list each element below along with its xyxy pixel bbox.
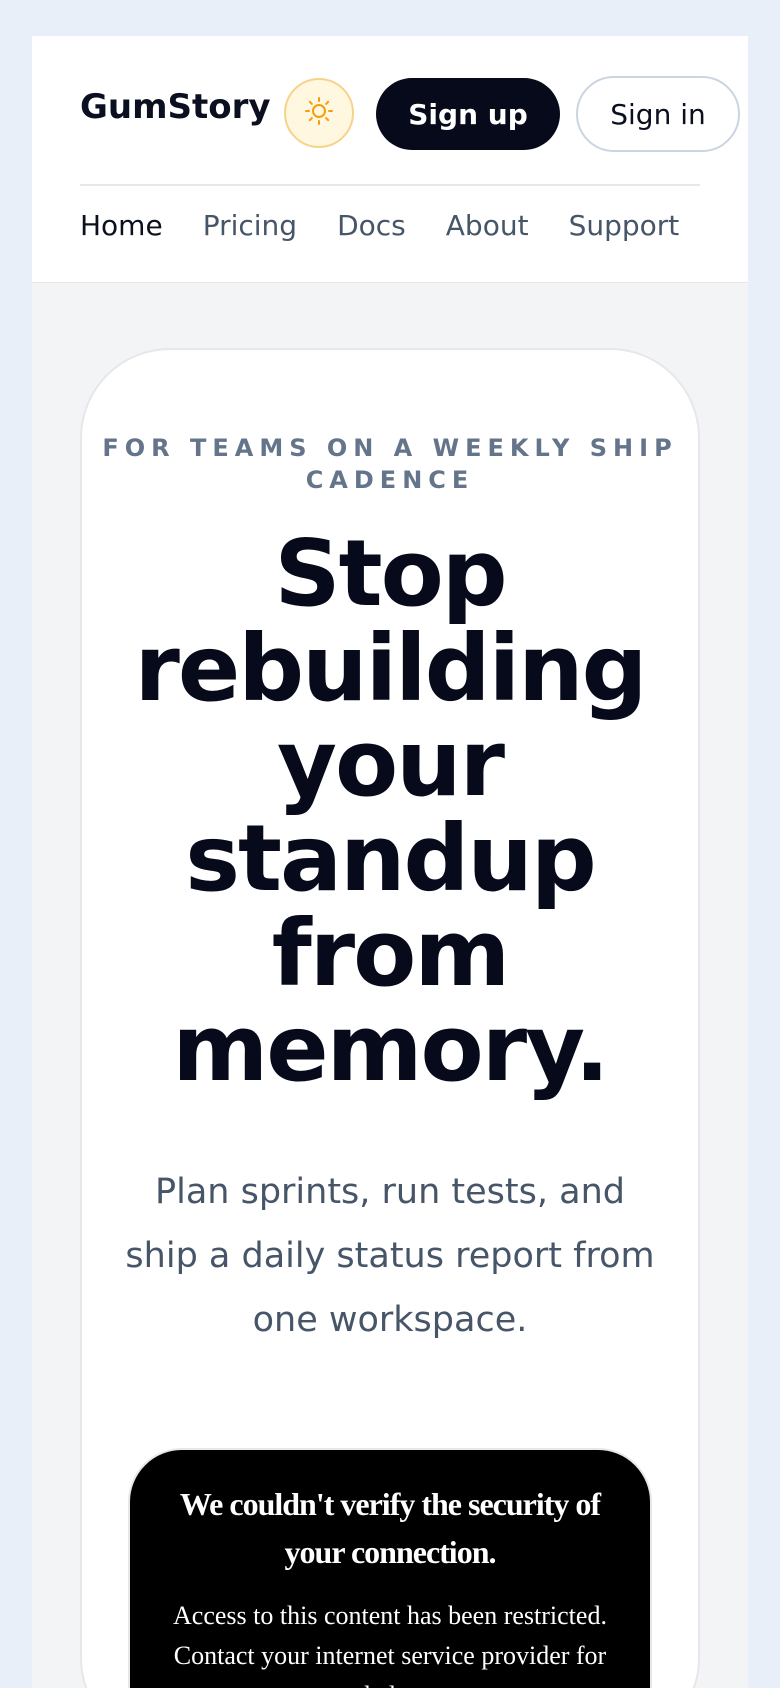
brand-logo[interactable]: GumStory [80, 90, 271, 124]
hero-headline: Stop rebuilding your standup from memory… [134, 520, 648, 1102]
hero-subhead: Plan sprints, run tests, and ship a dail… [125, 1172, 655, 1340]
hero-eyebrow: For teams on a weekly ship cadence [102, 434, 678, 494]
main-nav: Home Pricing Docs About Support [80, 212, 719, 240]
nav-item-home[interactable]: Home [80, 212, 163, 240]
nav-item-docs[interactable]: Docs [337, 212, 406, 240]
hero-card: For teams on a weekly ship cadence Stop … [80, 348, 700, 1688]
nav-item-about[interactable]: About [446, 212, 529, 240]
connection-error-notice: We couldn't verify the security of your … [128, 1448, 652, 1688]
sign-in-button[interactable]: Sign in [576, 76, 740, 152]
error-message: Access to this content has been restrict… [173, 1601, 607, 1688]
error-title: We couldn't verify the security of your … [179, 1486, 601, 1570]
sun-icon [304, 96, 334, 130]
sign-up-button[interactable]: Sign up [376, 78, 560, 150]
site-header: GumStory Sign up Sign in Home Pricing Do… [32, 36, 748, 283]
nav-item-support[interactable]: Support [569, 212, 680, 240]
theme-toggle-button[interactable] [284, 78, 354, 148]
header-divider [80, 184, 700, 186]
page: GumStory Sign up Sign in Home Pricing Do… [32, 36, 748, 1688]
nav-item-pricing[interactable]: Pricing [203, 212, 297, 240]
